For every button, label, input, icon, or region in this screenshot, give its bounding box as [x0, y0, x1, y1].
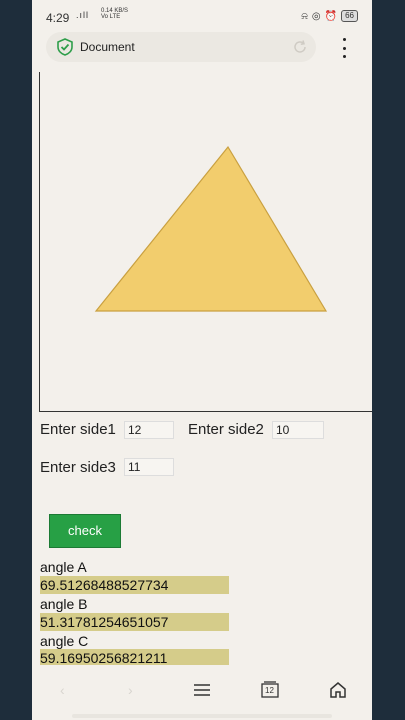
angle-a-label: angle A [40, 559, 87, 575]
triangle-svg [94, 145, 328, 312]
status-time: 4:29 [46, 11, 70, 25]
menu-icon[interactable] [192, 680, 212, 700]
check-button[interactable]: check [49, 514, 121, 548]
net-type-text: Vo LTE [101, 14, 121, 20]
kebab-menu-icon[interactable] [338, 38, 350, 58]
angle-a-value: 69.51268488527734 [40, 576, 229, 594]
side3-label: Enter side3 [40, 459, 116, 476]
bell-off-icon: ⍾ [301, 10, 308, 22]
status-right-icons: ⍾ ◎ ⏰ 66 [301, 10, 358, 22]
back-icon[interactable]: ‹ [60, 682, 65, 698]
side2-label: Enter side2 [188, 421, 264, 438]
triangle-shape [94, 145, 328, 312]
side1-input[interactable]: 12 [124, 421, 174, 439]
alarm-icon: ⏰ [324, 10, 338, 22]
side1-label: Enter side1 [40, 421, 116, 438]
gesture-bar [72, 714, 332, 718]
side2-input[interactable]: 10 [272, 421, 324, 439]
battery-icon: 66 [341, 10, 358, 22]
address-bar[interactable]: Document [46, 32, 316, 62]
home-icon[interactable] [328, 680, 348, 700]
location-icon: ◎ [311, 10, 321, 22]
side3-input[interactable]: 11 [124, 458, 174, 476]
shield-check-icon [57, 38, 73, 56]
phone-screen: 4:29 .ıll 0.14 KB/S Vo LTE ⍾ ◎ ⏰ 66 Docu… [32, 0, 372, 720]
angle-c-value: 59.16950256821211 [40, 649, 229, 666]
net-speed: 0.14 KB/S Vo LTE [101, 8, 129, 20]
tabs-icon[interactable]: 12 [260, 680, 280, 700]
triangle-canvas [39, 72, 372, 412]
angle-b-value: 51.31781254651057 [40, 613, 229, 631]
angle-b-label: angle B [40, 596, 88, 612]
page-title: Document [80, 40, 135, 54]
tab-count: 12 [265, 686, 274, 695]
reload-icon[interactable] [292, 39, 308, 55]
angle-c-label: angle C [40, 633, 89, 649]
signal-icon: .ıll [76, 10, 89, 20]
browser-navbar: ‹ › 12 [32, 672, 372, 708]
status-bar: 4:29 .ıll 0.14 KB/S Vo LTE ⍾ ◎ ⏰ 66 [32, 0, 372, 34]
forward-icon[interactable]: › [128, 682, 133, 698]
